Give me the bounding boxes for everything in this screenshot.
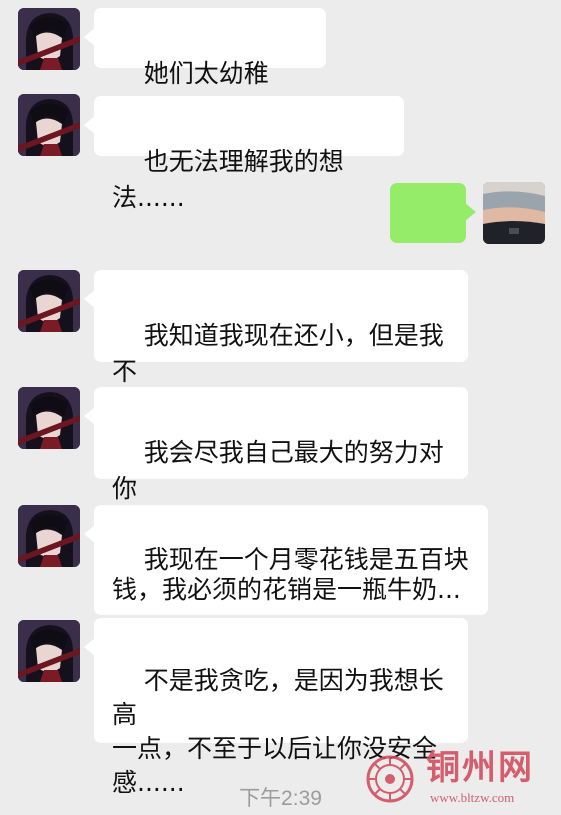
anime-character-avatar-icon — [18, 8, 80, 70]
message-bubble[interactable]: 也无法理解我的想法...... — [84, 96, 404, 212]
contact-avatar[interactable] — [18, 270, 80, 332]
chat-window: 她们太幼稚了...... 也无法理解我的想法...... ...... — [0, 0, 561, 815]
anime-character-avatar-icon — [18, 94, 80, 156]
watermark-logo-icon — [366, 755, 414, 803]
watermark-name: 铜州网 — [426, 748, 534, 788]
contact-avatar[interactable] — [18, 8, 80, 70]
message-bubble[interactable]: 我会尽我自己最大的努力对你 好...... — [84, 387, 468, 539]
contact-avatar[interactable] — [18, 620, 80, 682]
self-avatar[interactable] — [483, 182, 545, 244]
message-bubble[interactable]: 不是我贪吃，是因为我想长高 一点，不至于以后让你没安全 感...... — [84, 618, 468, 797]
message-text: 也无法理解我的想法...... — [112, 147, 344, 212]
anime-character-avatar-icon — [18, 620, 80, 682]
watermark-url: www.bltzw.com — [430, 790, 515, 805]
contact-avatar[interactable] — [18, 387, 80, 449]
anime-character-avatar-icon — [18, 270, 80, 332]
contact-avatar[interactable] — [18, 94, 80, 156]
contact-avatar[interactable] — [18, 505, 80, 567]
user-photo-avatar-icon — [483, 182, 545, 244]
anime-character-avatar-icon — [18, 387, 80, 449]
message-bubble[interactable]: 我知道我现在还小，但是我不 会让你受委屈...... — [84, 270, 468, 422]
anime-character-avatar-icon — [18, 505, 80, 567]
message-bubble[interactable]: 她们太幼稚了...... — [84, 8, 326, 124]
message-bubble[interactable]: 我现在一个月零花钱是五百块 钱，我必须的花销是一瓶牛奶... ... — [84, 505, 488, 634]
message-bubble-self[interactable]: ...... — [390, 183, 476, 299]
site-watermark: 铜州网 www.bltzw.com — [360, 748, 558, 810]
